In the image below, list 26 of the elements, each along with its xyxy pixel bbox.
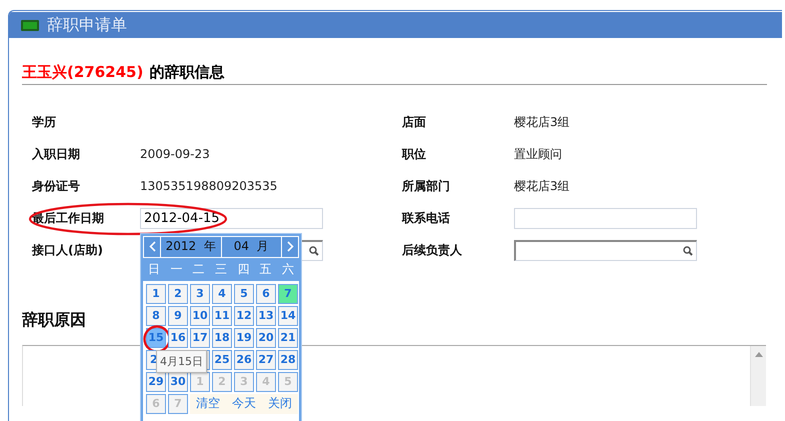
field-value: 130535198809203535 [140, 179, 278, 193]
section-heading: 辞职原因 [22, 310, 86, 331]
field-label: 身份证号 [32, 178, 80, 194]
tooltip: 4月15日 [156, 350, 207, 372]
field-value: 樱花店3组 [514, 178, 570, 194]
weekday-label: 四 [237, 261, 250, 278]
field-label: 联系电话 [402, 210, 450, 226]
weekday-label: 日 [148, 261, 160, 278]
field-value: 置业顾问 [514, 146, 562, 162]
weekday-label: 一 [170, 261, 182, 278]
field-label: 接口人(店助) [32, 242, 103, 258]
field-label: 店面 [402, 114, 426, 130]
window-title: 辞职申请单 [47, 14, 127, 36]
employee-name: 王玉兴(276245) [22, 63, 144, 82]
field-value: 樱花店3组 [514, 114, 570, 130]
section-title: 的辞职信息 [149, 63, 224, 82]
weekday-label: 五 [260, 261, 272, 278]
field-label: 入职日期 [32, 146, 80, 162]
field-label: 所属部门 [402, 178, 450, 194]
field-label: 后续负责人 [402, 242, 462, 258]
weekday-label: 三 [214, 261, 227, 278]
field-label: 学历 [32, 114, 56, 130]
weekday-label: 二 [192, 261, 205, 278]
weekday-label: 六 [282, 261, 294, 278]
field-label: 职位 [402, 146, 426, 162]
field-value: 2009-09-23 [140, 147, 210, 161]
